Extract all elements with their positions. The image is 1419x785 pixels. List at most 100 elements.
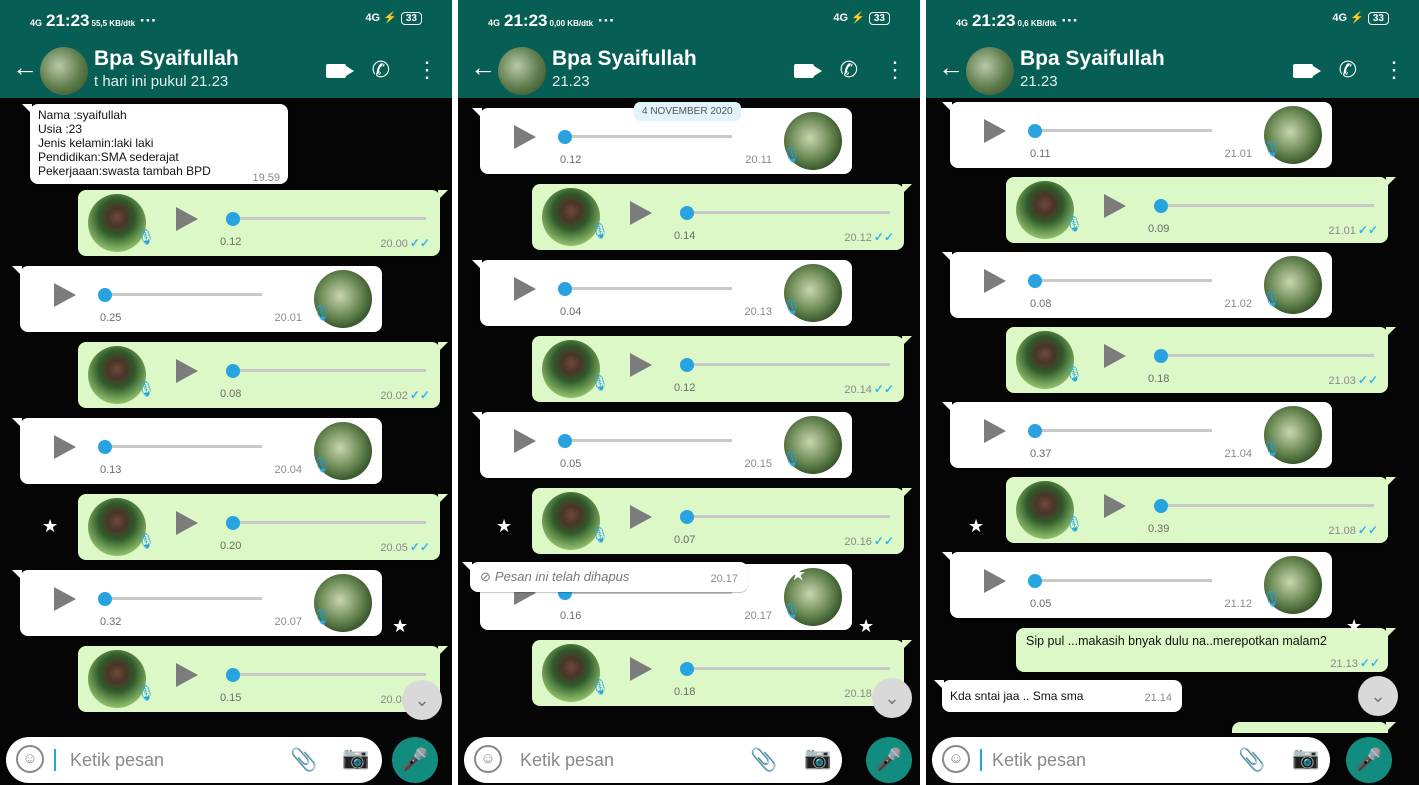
- phone-icon[interactable]: ✆: [372, 57, 390, 83]
- voice-progress-handle[interactable]: [1154, 199, 1168, 213]
- play-icon[interactable]: [984, 269, 1006, 293]
- voice-message-out[interactable]: [1232, 722, 1396, 733]
- back-arrow-icon[interactable]: ←: [12, 54, 38, 80]
- play-icon[interactable]: [176, 207, 198, 231]
- play-icon[interactable]: [630, 657, 652, 681]
- emoji-icon[interactable]: ☺: [16, 745, 44, 773]
- voice-message-in[interactable]: 🎙 0.32 20.07: [12, 570, 382, 636]
- mic-button[interactable]: 🎤: [392, 737, 438, 783]
- voice-message-out[interactable]: 🎙 0.39 21.08 ✓✓: [1006, 477, 1396, 543]
- emoji-icon[interactable]: ☺: [474, 745, 502, 773]
- voice-progress-track[interactable]: [682, 667, 890, 670]
- voice-message-out[interactable]: 🎙 0.07 20.16 ✓✓: [532, 488, 912, 554]
- voice-progress-track[interactable]: [100, 293, 262, 296]
- message-input[interactable]: ☺ Ketik pesan 📎 📷: [932, 737, 1330, 783]
- voice-progress-track[interactable]: [560, 439, 732, 442]
- voice-progress-handle[interactable]: [558, 282, 572, 296]
- voice-message-out[interactable]: 🎙 0.18 21.03 ✓✓: [1006, 327, 1396, 393]
- play-icon[interactable]: [54, 283, 76, 307]
- contact-name[interactable]: Bpa Syaifullah: [552, 47, 697, 71]
- voice-progress-track[interactable]: [228, 369, 426, 372]
- voice-progress-track[interactable]: [228, 217, 426, 220]
- voice-progress-handle[interactable]: [1028, 124, 1042, 138]
- voice-progress-handle[interactable]: [1154, 349, 1168, 363]
- play-icon[interactable]: [54, 587, 76, 611]
- message-list[interactable]: 🎙 0.12 20.11 🎙 0.14 20.12 ✓✓ 🎙 0.04 20.13 🎙 0.12 20.…: [458, 98, 920, 733]
- voice-progress-handle[interactable]: [226, 212, 240, 226]
- play-icon[interactable]: [176, 511, 198, 535]
- message-input[interactable]: ☺ Ketik pesan 📎 📷: [464, 737, 842, 783]
- voice-progress-handle[interactable]: [680, 662, 694, 676]
- voice-message-out[interactable]: 🎙0.1520.08✓✓: [78, 646, 448, 712]
- voice-progress-track[interactable]: [1030, 429, 1212, 432]
- voice-message-out[interactable]: 🎙 0.12 20.14 ✓✓: [532, 336, 912, 402]
- voice-message-out[interactable]: 🎙0.1820.18✓✓: [532, 640, 912, 706]
- voice-progress-handle[interactable]: [680, 358, 694, 372]
- voice-message-out[interactable]: 🎙 0.08 20.02 ✓✓: [78, 342, 448, 408]
- voice-progress-handle[interactable]: [98, 440, 112, 454]
- voice-progress-handle[interactable]: [1154, 499, 1168, 513]
- play-icon[interactable]: [630, 201, 652, 225]
- play-icon[interactable]: [176, 359, 198, 383]
- play-icon[interactable]: [984, 569, 1006, 593]
- camera-icon[interactable]: 📷: [1292, 745, 1319, 771]
- contact-name[interactable]: Bpa Syaifullah: [94, 47, 239, 71]
- voice-progress-handle[interactable]: [558, 130, 572, 144]
- voice-progress-handle[interactable]: [558, 434, 572, 448]
- voice-progress-track[interactable]: [682, 363, 890, 366]
- voice-progress-handle[interactable]: [1028, 274, 1042, 288]
- message-list[interactable]: Nama :syaifullah Usia :23 Jenis kelamin:…: [0, 98, 452, 733]
- voice-message-in[interactable]: 🎙 0.05 21.12: [942, 552, 1332, 618]
- play-icon[interactable]: [54, 435, 76, 459]
- attach-icon[interactable]: 📎: [1238, 747, 1265, 773]
- voice-progress-track[interactable]: [1156, 504, 1374, 507]
- play-icon[interactable]: [1104, 344, 1126, 368]
- voice-progress-handle[interactable]: [98, 592, 112, 606]
- voice-message-in[interactable]: 🎙 0.08 21.02: [942, 252, 1332, 318]
- text-message-out[interactable]: Sip pul ...makasih bnyak dulu na..merepo…: [1016, 628, 1396, 672]
- profile-message[interactable]: Nama :syaifullah Usia :23 Jenis kelamin:…: [22, 104, 288, 184]
- contact-avatar[interactable]: [498, 47, 546, 95]
- play-icon[interactable]: [630, 353, 652, 377]
- play-icon[interactable]: [1104, 494, 1126, 518]
- play-icon[interactable]: [630, 505, 652, 529]
- voice-message-in[interactable]: 🎙 0.37 21.04: [942, 402, 1332, 468]
- play-icon[interactable]: [514, 429, 536, 453]
- play-icon[interactable]: [176, 663, 198, 687]
- more-options-icon[interactable]: ⋮: [416, 57, 438, 83]
- phone-icon[interactable]: ✆: [840, 57, 858, 83]
- voice-progress-handle[interactable]: [680, 206, 694, 220]
- voice-progress-track[interactable]: [560, 135, 732, 138]
- voice-progress-track[interactable]: [682, 515, 890, 518]
- voice-progress-handle[interactable]: [680, 510, 694, 524]
- play-icon[interactable]: [514, 125, 536, 149]
- voice-progress-track[interactable]: [100, 445, 262, 448]
- voice-progress-track[interactable]: [228, 521, 426, 524]
- voice-message-out[interactable]: 🎙 0.14 20.12 ✓✓: [532, 184, 912, 250]
- message-list[interactable]: 🎙 0.11 21.01 🎙 0.09 21.01 ✓✓ 🎙 0.08 21.02 🎙 0.18 21.…: [926, 98, 1419, 733]
- text-message-in[interactable]: Kda sntai jaa .. Sma sma 21.14: [934, 680, 1182, 712]
- voice-progress-handle[interactable]: [98, 288, 112, 302]
- voice-progress-handle[interactable]: [226, 364, 240, 378]
- voice-message-out[interactable]: 🎙 0.09 21.01 ✓✓: [1006, 177, 1396, 243]
- emoji-icon[interactable]: ☺: [942, 745, 970, 773]
- contact-avatar[interactable]: [966, 47, 1014, 95]
- contact-avatar[interactable]: [40, 47, 88, 95]
- scroll-down-button[interactable]: ⌄: [1358, 676, 1398, 716]
- voice-message-in[interactable]: 🎙 0.13 20.04: [12, 418, 382, 484]
- voice-message-in[interactable]: 🎙 0.11 21.01: [942, 102, 1332, 168]
- camera-icon[interactable]: 📷: [342, 745, 369, 771]
- attach-icon[interactable]: 📎: [290, 747, 317, 773]
- back-arrow-icon[interactable]: ←: [470, 54, 496, 80]
- voice-progress-track[interactable]: [100, 597, 262, 600]
- voice-progress-handle[interactable]: [226, 516, 240, 530]
- voice-progress-track[interactable]: [682, 211, 890, 214]
- voice-message-in[interactable]: 🎙 0.25 20.01: [12, 266, 382, 332]
- mic-button[interactable]: 🎤: [866, 737, 912, 783]
- voice-message-in[interactable]: 🎙 0.05 20.15: [472, 412, 852, 478]
- deleted-message[interactable]: ⊘ Pesan ini telah dihapus 20.17: [462, 562, 748, 592]
- attach-icon[interactable]: 📎: [750, 747, 777, 773]
- video-call-icon[interactable]: [793, 57, 822, 83]
- more-options-icon[interactable]: ⋮: [884, 57, 906, 83]
- play-icon[interactable]: [514, 277, 536, 301]
